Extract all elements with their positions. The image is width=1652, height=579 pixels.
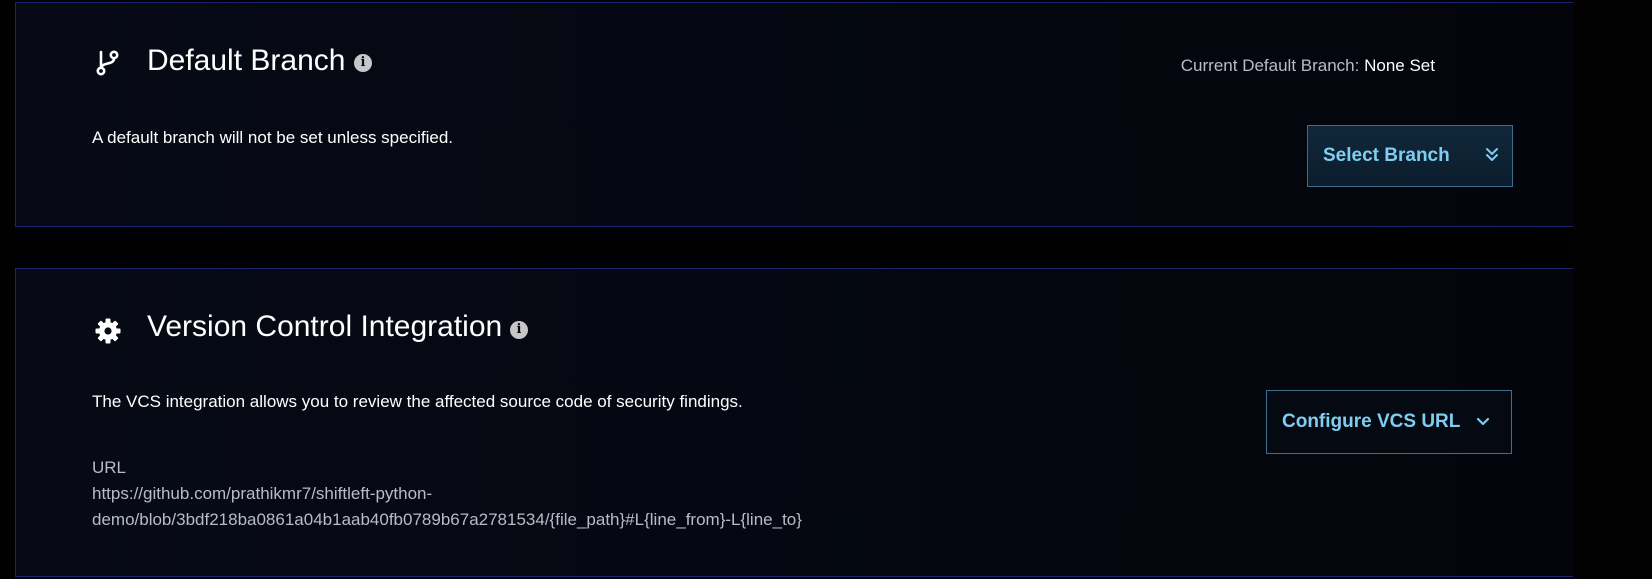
info-icon[interactable]: i: [354, 54, 372, 72]
vcs-integration-description: The VCS integration allows you to review…: [92, 392, 743, 411]
configure-vcs-url-button[interactable]: Configure VCS URL: [1266, 390, 1512, 454]
double-chevron-down-icon: [1484, 146, 1500, 164]
vcs-url-line: demo/blob/3bdf218ba0861a04b1aab40fb0789b…: [92, 510, 802, 529]
default-branch-description: A default branch will not be set unless …: [92, 128, 453, 147]
configure-vcs-url-label: Configure VCS URL: [1282, 411, 1461, 432]
info-icon[interactable]: i: [510, 321, 528, 339]
select-branch-label: Select Branch: [1323, 145, 1450, 166]
current-default-branch: Current Default Branch: None Set: [1181, 55, 1435, 77]
vcs-integration-title: Version Control Integration: [147, 310, 503, 343]
default-branch-panel: Default Branch i Current Default Branch:…: [15, 2, 1573, 227]
right-gutter: [1574, 0, 1652, 579]
default-branch-title: Default Branch: [147, 44, 346, 77]
current-default-branch-value: None Set: [1364, 56, 1435, 75]
chevron-down-icon: [1475, 415, 1491, 429]
select-branch-button[interactable]: Select Branch: [1307, 125, 1513, 187]
vcs-url-line: https://github.com/prathikmr7/shiftleft-…: [92, 484, 433, 503]
current-default-branch-label: Current Default Branch:: [1180, 56, 1360, 75]
gear-cog-icon: [94, 317, 122, 345]
git-branch-icon: [94, 49, 122, 77]
url-label: URL: [92, 458, 127, 477]
vcs-integration-panel: Version Control Integration i The VCS in…: [15, 268, 1573, 577]
settings-page: Default Branch i Current Default Branch:…: [0, 0, 1652, 579]
vcs-url-value: https://github.com/prathikmr7/shiftleft-…: [92, 481, 992, 533]
